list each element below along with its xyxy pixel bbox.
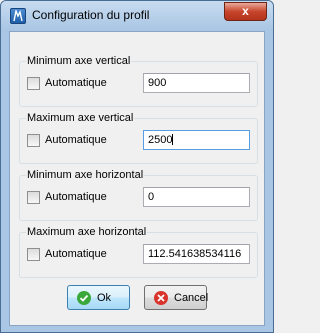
value-input[interactable]: 2500: [143, 130, 250, 150]
group-label: Maximum axe vertical: [26, 112, 135, 124]
group-label: Maximum axe horizontal: [26, 226, 148, 238]
checkbox-label[interactable]: Automatique: [45, 248, 107, 260]
automatique-checkbox[interactable]: [27, 248, 40, 261]
automatique-checkbox[interactable]: [27, 191, 40, 204]
value-input[interactable]: 900: [143, 73, 250, 93]
window-title: Configuration du profil: [32, 8, 150, 22]
checkbox-label[interactable]: Automatique: [45, 134, 107, 146]
group-maximum-axe-vertical: Maximum axe vertical Automatique 2500: [19, 112, 258, 164]
close-button[interactable]: x: [224, 2, 267, 21]
title-bar[interactable]: Configuration du profil x: [1, 1, 273, 31]
text-caret: [172, 134, 174, 145]
check-circle-icon: [77, 291, 91, 305]
value-input[interactable]: 0: [143, 187, 250, 207]
value-text: 2500: [148, 134, 173, 146]
group-label: Minimum axe horizontal: [26, 169, 145, 181]
ok-label: Ok: [97, 292, 112, 304]
group-label: Minimum axe vertical: [26, 55, 132, 67]
dialog-content: Minimum axe vertical Automatique 900 Max…: [9, 31, 265, 326]
cancel-button[interactable]: Cancel: [144, 285, 209, 310]
group-maximum-axe-horizontal: Maximum axe horizontal Automatique 112.5…: [19, 226, 258, 278]
ok-button[interactable]: Ok: [67, 285, 130, 310]
automatique-checkbox[interactable]: [27, 134, 40, 147]
value-input[interactable]: 112.541638534116: [143, 244, 250, 264]
checkbox-label[interactable]: Automatique: [45, 77, 107, 89]
dialog-window: Configuration du profil x Minimum axe ve…: [0, 0, 274, 333]
value-text: 900: [148, 77, 167, 89]
checkbox-label[interactable]: Automatique: [45, 191, 107, 203]
group-minimum-axe-horizontal: Minimum axe horizontal Automatique 0: [19, 169, 258, 221]
value-text: 0: [148, 191, 155, 203]
cancel-circle-icon: [154, 291, 168, 305]
automatique-checkbox[interactable]: [27, 77, 40, 90]
cancel-label: Cancel: [174, 292, 209, 304]
close-icon: x: [242, 4, 249, 18]
app-icon: [10, 8, 26, 24]
group-minimum-axe-vertical: Minimum axe vertical Automatique 900: [19, 55, 258, 107]
value-text: 112.541638534116: [148, 248, 242, 260]
